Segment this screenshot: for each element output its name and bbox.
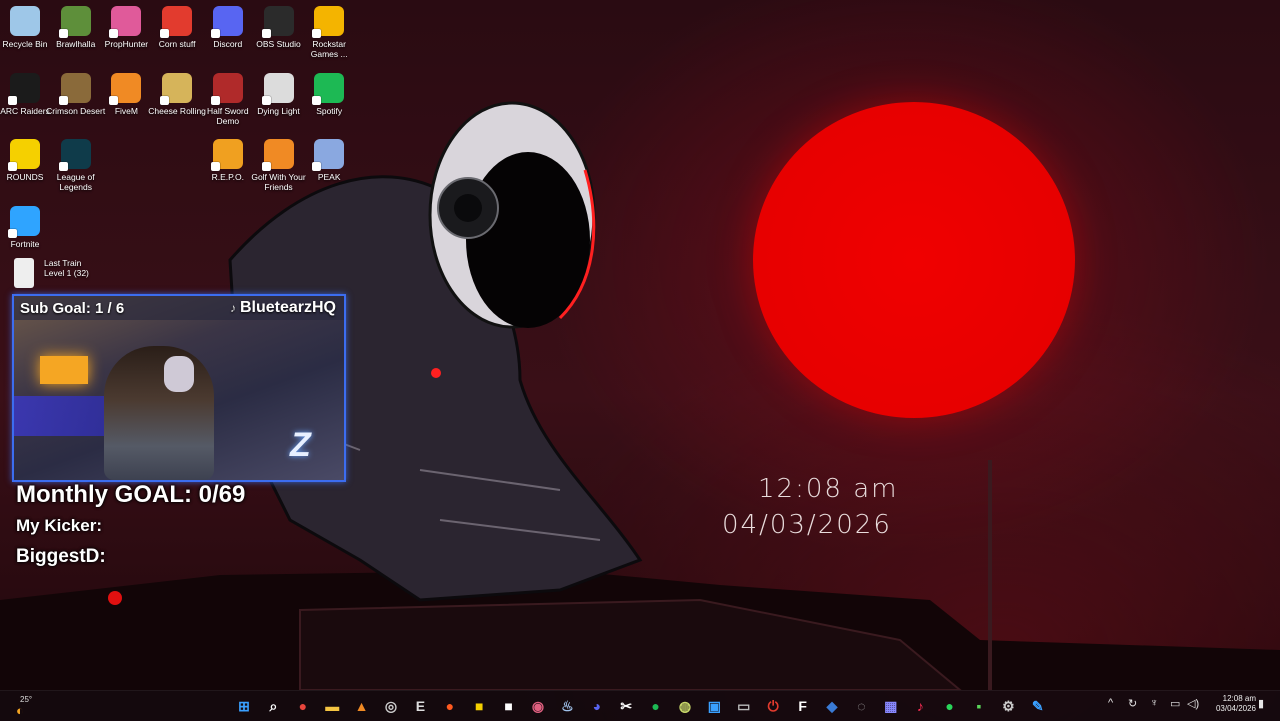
taskbar: 25° ◐ ⊞ ⌕ ● ▬ ▲ ◎ E ● ■ ■ ◉ ♨ ◕ ✂ ● ◍ ▣ ▭ ⏻ F ◆ ◌ ▦ ♪ ● ▪ ⚙ ✎ ^ ↻ ♆… bbox=[0, 690, 1280, 721]
desktop-icon-label: Rockstar Games ... bbox=[310, 39, 348, 59]
settings-icon[interactable]: ⚙ bbox=[998, 696, 1018, 716]
mobile-icon[interactable]: ▦ bbox=[881, 696, 901, 716]
rockstar-icon bbox=[312, 6, 345, 38]
file-explorer-icon[interactable]: ▬ bbox=[322, 696, 342, 716]
tiktok-icon: ♪ bbox=[229, 301, 236, 315]
prophunter-icon bbox=[109, 6, 142, 38]
handle-text: BluetearzHQ bbox=[239, 299, 336, 316]
tiktok-icon[interactable]: ♪ bbox=[910, 696, 930, 716]
app2-icon[interactable]: ◌ bbox=[851, 696, 871, 716]
chrome-icon[interactable]: ● bbox=[293, 696, 313, 716]
recycle-bin-icon bbox=[10, 6, 40, 36]
desktop-icon-label: Spotify bbox=[316, 105, 343, 116]
desktop-icon-peak[interactable]: PEAK bbox=[298, 139, 360, 182]
kick-icon[interactable]: ▪ bbox=[969, 696, 989, 716]
fivem-taskbar-icon[interactable]: F bbox=[793, 696, 813, 716]
terminal-icon[interactable]: ▭ bbox=[734, 696, 754, 716]
app-icon[interactable]: ◉ bbox=[528, 696, 548, 716]
vpn-icon[interactable]: ◆ bbox=[822, 696, 842, 716]
obs-taskbar-icon[interactable]: ◎ bbox=[381, 696, 401, 716]
desktop-clock-time: 12:08 am bbox=[758, 474, 899, 504]
spotify-taskbar-icon[interactable]: ● bbox=[646, 696, 666, 716]
fivem-icon bbox=[109, 72, 142, 105]
obs-icon bbox=[261, 6, 294, 38]
peak-icon bbox=[312, 139, 345, 171]
refresh-tray-icon[interactable]: ↻ bbox=[1128, 697, 1137, 710]
crimson-desert-icon bbox=[58, 72, 91, 105]
notification-icon[interactable]: ▮ bbox=[1258, 697, 1264, 710]
desktop-icon-label: Fortnite bbox=[10, 238, 40, 249]
power-app-icon[interactable]: ⏻ bbox=[763, 696, 783, 716]
rounds-icon bbox=[8, 139, 40, 171]
search-icon[interactable]: ⌕ bbox=[263, 696, 283, 716]
desktop-icon-fortnite[interactable]: Fortnite bbox=[0, 205, 56, 249]
spotify-icon bbox=[312, 72, 345, 105]
last-train-title: Last Train bbox=[44, 258, 82, 268]
desktop-icon-label: League of Legends bbox=[56, 172, 95, 192]
network-icon[interactable]: ▭ bbox=[1170, 697, 1180, 710]
channel-logo-icon: Z bbox=[290, 426, 311, 464]
webcam-overlay: Z Sub Goal: 1 / 6 ♪ BluetearzHQ bbox=[12, 294, 346, 482]
weather-icon: ◐ bbox=[16, 703, 24, 718]
discord-icon bbox=[210, 6, 243, 38]
vlc-icon[interactable]: ▲ bbox=[352, 696, 372, 716]
weather-widget[interactable]: 25° ◐ bbox=[16, 695, 40, 718]
tray-overflow-icon[interactable]: ^ bbox=[1108, 697, 1113, 709]
epic-games-icon[interactable]: E bbox=[410, 696, 430, 716]
dying-light-icon bbox=[261, 72, 294, 105]
chat-icon[interactable]: ● bbox=[940, 696, 960, 716]
headset bbox=[164, 356, 194, 392]
train-icon bbox=[14, 258, 34, 288]
desktop-icon-league[interactable]: League of Legends bbox=[45, 139, 107, 192]
discord-taskbar-icon[interactable]: ◕ bbox=[587, 696, 607, 716]
desktop-icon-spotify[interactable]: Spotify bbox=[298, 72, 360, 116]
tray-clock[interactable]: 12:08 am 03/04/2026 bbox=[1204, 694, 1256, 714]
desktop-clock-date: 04/03/2026 bbox=[722, 510, 892, 540]
last-train-level: Level 1 (32) bbox=[44, 268, 89, 278]
capcut-icon[interactable]: ✂ bbox=[616, 696, 636, 716]
desktop-icon-rockstar[interactable]: Rockstar Games ... bbox=[298, 6, 360, 59]
editor-icon[interactable]: ■ bbox=[499, 696, 519, 716]
tray-date: 03/04/2026 bbox=[1215, 704, 1256, 713]
start-button[interactable]: ⊞ bbox=[234, 696, 254, 716]
fortnite-icon bbox=[8, 205, 40, 238]
tray-time: 12:08 am bbox=[1222, 694, 1256, 703]
desktop-icon-label: PEAK bbox=[317, 172, 341, 182]
cam-lamp bbox=[40, 356, 88, 384]
brawlhalla-icon bbox=[58, 6, 91, 38]
browser-icon[interactable]: ● bbox=[440, 696, 460, 716]
golf-icon bbox=[261, 139, 294, 171]
steam-icon[interactable]: ♨ bbox=[557, 696, 577, 716]
repo-icon bbox=[210, 139, 243, 171]
monthly-goal-text: Monthly GOAL: 0/69 bbox=[16, 481, 246, 508]
kicker-label: My Kicker: bbox=[16, 516, 102, 535]
red-sun bbox=[753, 102, 1075, 418]
volume-icon[interactable]: ◁) bbox=[1187, 697, 1199, 710]
cheese-icon bbox=[160, 72, 193, 105]
streamer-silhouette bbox=[104, 346, 214, 480]
half-sword-icon bbox=[210, 72, 243, 105]
sub-goal-text: Sub Goal: 1 / 6 bbox=[20, 300, 125, 317]
xbox-icon[interactable]: ◍ bbox=[675, 696, 695, 716]
photos-icon[interactable]: ▣ bbox=[704, 696, 724, 716]
notes-icon[interactable]: ■ bbox=[469, 696, 489, 716]
power-icon bbox=[160, 6, 193, 38]
arc-raiders-icon bbox=[8, 72, 40, 105]
league-icon bbox=[58, 139, 91, 171]
streamer-handle: ♪ BluetearzHQ bbox=[230, 299, 336, 317]
mic-icon[interactable]: ♆ bbox=[1150, 697, 1158, 709]
paint-icon[interactable]: ✎ bbox=[1028, 696, 1048, 716]
biggest-label: BiggestD: bbox=[16, 546, 106, 567]
